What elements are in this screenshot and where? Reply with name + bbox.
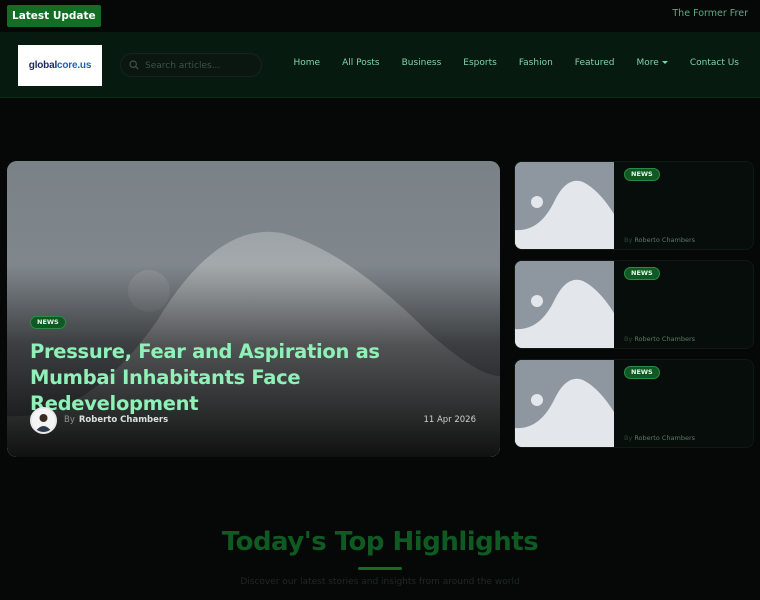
- main-nav: Home All Posts Business Esports Fashion …: [271, 58, 739, 68]
- news-ticker[interactable]: The Former Frer: [672, 8, 748, 19]
- chevron-down-icon: [661, 61, 668, 64]
- search-icon: [129, 60, 139, 70]
- nav-featured[interactable]: Featured: [575, 58, 615, 68]
- featured-article-card[interactable]: NEWS Pressure, Fear and Aspiration as Mu…: [7, 161, 500, 457]
- placeholder-image-icon: [515, 261, 614, 348]
- nav-contact-us[interactable]: Contact Us: [690, 58, 739, 68]
- nav-more[interactable]: More: [637, 58, 668, 68]
- category-badge[interactable]: NEWS: [624, 168, 660, 181]
- nav-business[interactable]: Business: [402, 58, 442, 68]
- placeholder-image-icon: [515, 162, 614, 249]
- author-name[interactable]: Roberto Chambers: [79, 415, 168, 425]
- search-box[interactable]: [120, 53, 262, 77]
- site-logo[interactable]: globalcore.us: [18, 45, 102, 86]
- category-badge[interactable]: NEWS: [30, 316, 66, 329]
- search-input[interactable]: [145, 57, 255, 74]
- by-label: By: [624, 236, 633, 244]
- nav-home[interactable]: Home: [293, 58, 320, 68]
- placeholder-image-icon: [515, 360, 614, 447]
- side-article-card[interactable]: NEWS By Roberto Chambers: [514, 161, 754, 250]
- nav-all-posts[interactable]: All Posts: [342, 58, 380, 68]
- section-divider: [358, 567, 402, 570]
- by-label: By: [624, 335, 633, 343]
- side-article-card[interactable]: NEWS By Roberto Chambers: [514, 359, 754, 448]
- article-date: 11 Apr 2026: [423, 415, 476, 425]
- latest-update-label: Latest Update: [7, 5, 101, 27]
- nav-fashion[interactable]: Fashion: [519, 58, 553, 68]
- logo-text-main: global: [28, 60, 58, 71]
- site-header: globalcore.us Home All Posts Business Es…: [0, 32, 760, 98]
- article-byline: By Roberto Chambers: [624, 335, 695, 343]
- top-bar: Latest Update The Former Frer: [0, 0, 760, 31]
- article-byline: By Roberto Chambers: [624, 434, 695, 442]
- nav-esports[interactable]: Esports: [463, 58, 497, 68]
- category-badge[interactable]: NEWS: [624, 267, 660, 280]
- side-article-card[interactable]: NEWS By Roberto Chambers: [514, 260, 754, 349]
- author-avatar: [30, 407, 57, 434]
- article-byline: By Roberto Chambers: [624, 236, 695, 244]
- nav-more-label: More: [636, 58, 659, 68]
- by-label: By: [624, 434, 633, 442]
- logo-text-accent: core.us: [57, 60, 92, 71]
- article-byline: By Roberto Chambers: [64, 415, 168, 425]
- logo-text: globalcore.us: [28, 60, 92, 71]
- article-title[interactable]: Pressure, Fear and Aspiration as Mumbai …: [30, 339, 470, 417]
- author-name[interactable]: Roberto Chambers: [634, 335, 695, 343]
- by-label: By: [64, 415, 75, 425]
- category-badge[interactable]: NEWS: [624, 366, 660, 379]
- author-name[interactable]: Roberto Chambers: [634, 434, 695, 442]
- section-subtitle: Discover our latest stories and insights…: [240, 577, 520, 587]
- section-title: Today's Top Highlights: [221, 527, 539, 557]
- avatar-icon: [32, 409, 55, 432]
- author-name[interactable]: Roberto Chambers: [634, 236, 695, 244]
